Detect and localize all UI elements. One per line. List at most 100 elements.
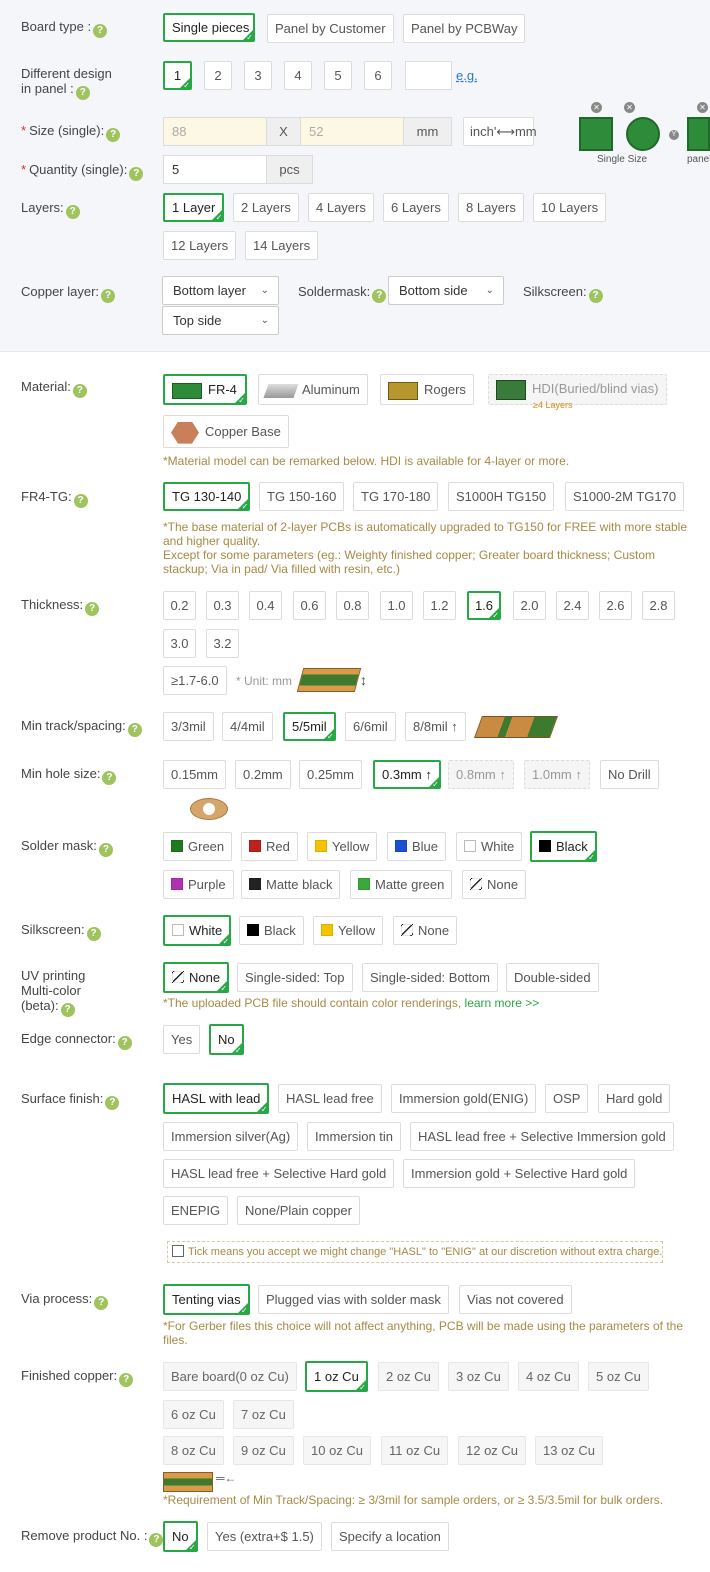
material-copper-base[interactable]: Copper Base [163, 415, 289, 448]
copper-bare[interactable]: Bare board(0 oz Cu) [163, 1362, 297, 1391]
help-icon[interactable]: ? [94, 1296, 109, 1310]
help-icon[interactable]: ? [149, 1533, 164, 1547]
via-not-covered[interactable]: Vias not covered [459, 1285, 572, 1314]
hole-10[interactable]: 1.0mm ↑ [524, 760, 590, 789]
thickness-option[interactable]: 3.2 [206, 629, 239, 658]
finish-osp[interactable]: OSP [545, 1084, 589, 1113]
copper-2oz[interactable]: 2 oz Cu [378, 1362, 439, 1391]
finish-hasl-sel-enig[interactable]: HASL lead free + Selective Immersion gol… [410, 1122, 674, 1151]
top-side-select[interactable]: Top side ⌄ [162, 306, 279, 335]
help-icon[interactable]: ? [86, 927, 101, 941]
mask-green[interactable]: Green [163, 832, 233, 861]
help-icon[interactable]: ? [75, 86, 90, 100]
design-count-5[interactable]: 5 [324, 61, 352, 90]
mask-matte-green[interactable]: Matte green [350, 870, 453, 899]
via-plugged[interactable]: Plugged vias with solder mask [258, 1285, 449, 1314]
uv-none[interactable]: None [163, 962, 230, 994]
tg-s1000-2m[interactable]: S1000-2M TG170 [565, 482, 685, 511]
layers-12[interactable]: 12 Layers [163, 231, 237, 260]
copper-12oz[interactable]: 12 oz Cu [458, 1436, 527, 1465]
example-link[interactable]: e.g. [456, 68, 478, 83]
help-icon[interactable]: ? [129, 167, 144, 181]
material-hdi[interactable]: HDI(Buried/blind vias) ≥4 Layers [488, 374, 667, 410]
track-3-3[interactable]: 3/3mil [163, 712, 214, 741]
edge-no[interactable]: No [209, 1024, 244, 1056]
help-icon[interactable]: ? [98, 843, 113, 857]
close-icon[interactable]: ✕ [697, 102, 708, 113]
tg-130[interactable]: TG 130-140 [163, 482, 251, 512]
material-fr4[interactable]: FR-4 [163, 374, 247, 406]
thickness-option[interactable]: 2.0 [513, 591, 546, 620]
help-icon[interactable]: ? [117, 1036, 132, 1050]
via-tenting[interactable]: Tenting vias [163, 1284, 250, 1316]
finish-enepig[interactable]: ENEPIG [163, 1196, 229, 1225]
mask-white[interactable]: White [456, 832, 523, 861]
soldermask-side-select[interactable]: Bottom side ⌄ [388, 276, 504, 305]
mask-none[interactable]: None [462, 870, 527, 899]
finish-silver[interactable]: Immersion silver(Ag) [163, 1122, 299, 1151]
hasl-consent-checkbox[interactable] [172, 1245, 184, 1257]
hole-025[interactable]: 0.25mm [299, 760, 362, 789]
close-icon[interactable]: ✕ [624, 102, 635, 113]
thickness-option[interactable]: 2.4 [556, 591, 589, 620]
remove-no[interactable]: No [163, 1521, 198, 1553]
thickness-option[interactable]: 0.4 [249, 591, 282, 620]
edge-yes[interactable]: Yes [163, 1025, 201, 1054]
thickness-option-selected[interactable]: 1.6 [467, 591, 501, 621]
tg-170[interactable]: TG 170-180 [353, 482, 439, 511]
uv-double[interactable]: Double-sided [506, 963, 599, 992]
help-icon[interactable]: ? [588, 289, 603, 303]
finish-enig[interactable]: Immersion gold(ENIG) [391, 1084, 537, 1113]
layers-2[interactable]: 2 Layers [233, 193, 299, 222]
thickness-option[interactable]: 0.6 [293, 591, 326, 620]
finish-hasl-sel-hard[interactable]: HASL lead free + Selective Hard gold [163, 1159, 395, 1188]
copper-9oz[interactable]: 9 oz Cu [233, 1436, 294, 1465]
tg-150[interactable]: TG 150-160 [259, 482, 345, 511]
design-count-custom-input[interactable] [405, 61, 452, 90]
layers-1[interactable]: 1 Layer [163, 193, 225, 223]
help-icon[interactable]: ? [105, 1096, 120, 1110]
hole-02[interactable]: 0.2mm [235, 760, 291, 789]
finish-enig-sel-hard[interactable]: Immersion gold + Selective Hard gold [403, 1159, 636, 1188]
copper-6oz[interactable]: 6 oz Cu [163, 1400, 224, 1429]
board-type-panel-customer[interactable]: Panel by Customer [267, 14, 394, 43]
copper-5oz[interactable]: 5 oz Cu [588, 1362, 649, 1391]
copper-7oz[interactable]: 7 oz Cu [233, 1400, 294, 1429]
remove-yes[interactable]: Yes (extra+$ 1.5) [207, 1522, 322, 1551]
learn-more-link[interactable]: learn more >> [465, 996, 540, 1010]
silk-yellow[interactable]: Yellow [313, 916, 384, 945]
design-count-1[interactable]: 1 [163, 61, 192, 91]
finish-hasl-free[interactable]: HASL lead free [278, 1084, 382, 1113]
help-icon[interactable]: ? [372, 289, 387, 303]
copper-8oz[interactable]: 8 oz Cu [163, 1436, 224, 1465]
help-icon[interactable]: ? [119, 1373, 134, 1387]
mask-purple[interactable]: Purple [163, 870, 234, 899]
help-icon[interactable]: ? [106, 128, 121, 142]
mask-red[interactable]: Red [241, 832, 298, 861]
design-count-6[interactable]: 6 [364, 61, 392, 90]
help-icon[interactable]: ? [102, 771, 117, 785]
mask-yellow[interactable]: Yellow [307, 832, 378, 861]
mask-black[interactable]: Black [530, 831, 597, 863]
finish-plain-copper[interactable]: None/Plain copper [237, 1196, 360, 1225]
design-count-4[interactable]: 4 [284, 61, 312, 90]
thickness-option[interactable]: 2.6 [599, 591, 632, 620]
finish-hard-gold[interactable]: Hard gold [598, 1084, 671, 1113]
thickness-option[interactable]: 0.8 [336, 591, 369, 620]
help-icon[interactable]: ? [127, 723, 142, 737]
help-icon[interactable]: ? [60, 1003, 75, 1017]
finish-tin[interactable]: Immersion tin [307, 1122, 402, 1151]
copper-3oz[interactable]: 3 oz Cu [448, 1362, 509, 1391]
track-8-8[interactable]: 8/8mil ↑ [405, 712, 466, 741]
thickness-custom[interactable]: ≥1.7-6.0 [163, 666, 227, 695]
thickness-option[interactable]: 0.2 [163, 591, 196, 620]
thickness-option[interactable]: 1.2 [423, 591, 456, 620]
design-count-2[interactable]: 2 [204, 61, 232, 90]
thickness-option[interactable]: 3.0 [163, 629, 196, 658]
track-5-5[interactable]: 5/5mil [283, 712, 336, 742]
copper-13oz[interactable]: 13 oz Cu [535, 1436, 604, 1465]
material-aluminum[interactable]: Aluminum [258, 374, 368, 405]
tg-s1000h[interactable]: S1000H TG150 [448, 482, 555, 511]
hole-03[interactable]: 0.3mm ↑ [373, 760, 441, 790]
silk-none[interactable]: None [393, 916, 458, 945]
